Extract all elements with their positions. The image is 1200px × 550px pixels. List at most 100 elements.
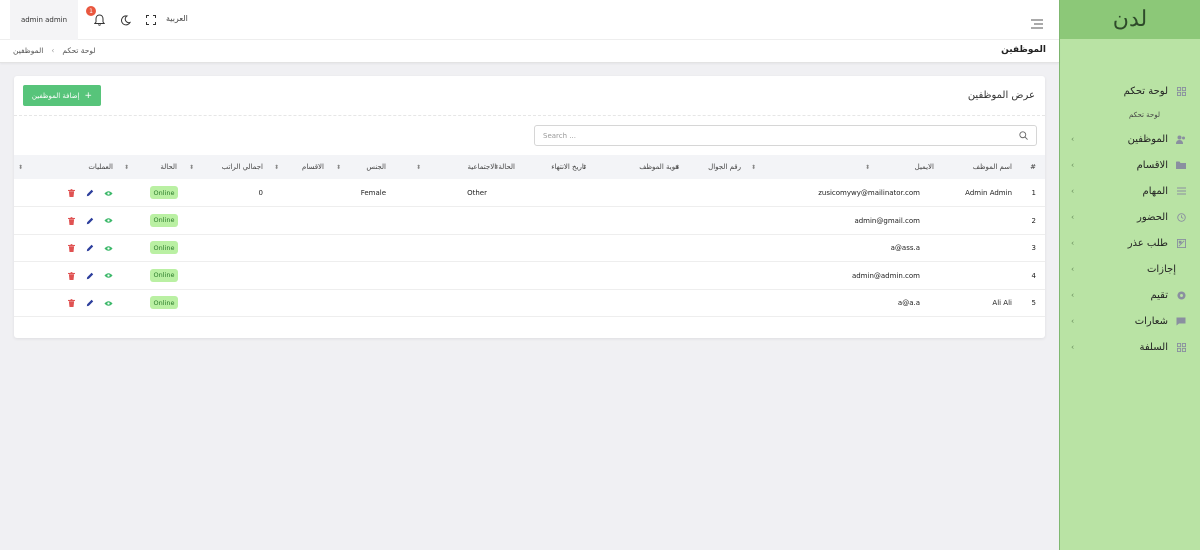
view-button[interactable] [103,243,113,253]
sidebar-item-employees[interactable]: ‹ الموظفين [1059,126,1200,152]
menu-toggle-button[interactable] [1031,14,1043,29]
sidebar-item-tasks[interactable]: ‹ المهام [1059,178,1200,204]
status-badge: Online [150,268,178,282]
sidebar-item-attendance[interactable]: ‹ الحضور [1059,204,1200,230]
table-row: 5 Ali Ali a@a.a Online [14,290,1045,317]
trash-icon [67,216,75,225]
column-header-total-salary[interactable]: اجمالي الراتب [222,163,263,171]
sidebar-item-excuse-request[interactable]: ‹ طلب عذر [1059,230,1200,256]
excuse-icon [1176,238,1186,248]
view-button[interactable] [103,298,113,308]
column-header-expiry-date[interactable]: تاريخ الانتهاء [551,163,586,171]
sidebar-item-label: طلب عذر [1127,237,1168,249]
column-header-phone[interactable]: رقم الجوال [708,163,741,171]
user-menu[interactable]: admin admin [10,0,78,40]
column-header-departments[interactable]: الاقسام [302,163,324,171]
delete-button[interactable] [66,271,76,281]
sidebar-item-rating[interactable]: ‹ تقيم [1059,282,1200,308]
search-box [534,125,1037,146]
sidebar-item-departments[interactable]: ‹ الاقسام [1059,152,1200,178]
language-switch[interactable]: العربية [166,14,188,23]
column-label: رقم الجوال [708,163,741,171]
column-label: تاريخ الانتهاء [551,163,586,171]
add-employee-button[interactable]: إضافة الموظفين + [23,85,101,106]
sidebar-sub-item[interactable]: لوحة تحكم [1059,104,1200,126]
sidebar-menu: لوحة تحكم لوحة تحكم ‹ الموظفين ‹ الاقسام… [1059,78,1200,360]
cell-gender: Female [360,189,386,197]
column-header-employee-id[interactable]: هوية الموظف [639,163,679,171]
pencil-icon [86,299,94,307]
sidebar-item-vacations[interactable]: ‹ إجازات [1059,256,1200,282]
column-label: الحالة الاجتماعية [467,163,515,171]
view-button[interactable] [103,271,113,281]
sidebar-item-advance[interactable]: ‹ السلفة [1059,334,1200,360]
cell-number: 1 [1031,189,1036,197]
delete-button[interactable] [66,216,76,226]
fullscreen-button[interactable] [144,13,158,27]
status-badge: Online [150,186,178,199]
edit-button[interactable] [85,298,95,308]
delete-button[interactable] [66,243,76,253]
column-header-marital-status[interactable]: الحالة الاجتماعية [468,163,515,171]
chevron-left-icon: ‹ [1071,160,1075,170]
column-header-status[interactable]: الحالة [160,163,177,171]
cell-email: zusicomywy@mailinator.com [818,189,920,197]
cell-email: admin@admin.com [851,271,920,280]
column-header-name[interactable]: اسم الموظف [973,163,1012,171]
sidebar: لدن لوحة تحكم لوحة تحكم ‹ الموظفين ‹ الا… [1059,0,1200,550]
sort-icon[interactable]: ⬍ [18,163,23,171]
cell-email: a@a.a [897,299,920,307]
column-label: اسم الموظف [972,163,1012,171]
notification-badge: 1 [86,6,96,16]
sort-icon[interactable]: ⬍ [865,163,870,171]
top-bar: admin admin 1 العربية [0,0,1059,40]
menu-icon [1031,19,1043,29]
edit-button[interactable] [85,271,95,281]
bell-icon [93,14,105,26]
plus-icon: + [84,90,93,101]
sort-icon[interactable]: ⬍ [274,163,279,171]
edit-button[interactable] [85,216,95,226]
delete-button[interactable] [66,188,76,198]
sort-icon[interactable]: ⬍ [751,163,756,171]
folder-icon [1176,160,1186,170]
sub-header: الموظفين ‹ لوحة تحكم الموظفين [0,40,1059,63]
search-input[interactable] [543,131,1019,140]
column-header-number[interactable]: # [1030,163,1036,171]
view-button[interactable] [103,188,113,198]
search-icon [1019,131,1028,140]
pencil-icon [86,244,94,252]
sort-icon[interactable]: ⬍ [189,163,194,171]
sidebar-item-label: إجازات [1146,263,1176,275]
eye-icon [103,218,113,223]
page-title: الموظفين [1001,45,1046,55]
edit-button[interactable] [85,188,95,198]
sidebar-item-label: تقيم [1150,289,1168,301]
chevron-left-icon: ‹ [51,46,55,55]
sidebar-item-label: الحضور [1137,211,1168,223]
sidebar-item-logos[interactable]: ‹ شعارات [1059,308,1200,334]
delete-button[interactable] [66,298,76,308]
theme-toggle-button[interactable] [118,13,132,27]
column-header-actions[interactable]: العمليات [88,163,113,171]
view-button[interactable] [103,216,113,226]
column-header-email[interactable]: الايميل [915,163,934,171]
cell-number: 2 [1031,216,1036,225]
column-label: العمليات [88,163,113,171]
pencil-icon [86,217,94,224]
sidebar-item-dashboard[interactable]: لوحة تحكم [1059,78,1200,104]
column-header-gender[interactable]: الجنس [366,163,386,171]
app-logo[interactable]: لدن [1113,7,1147,32]
notifications-button[interactable]: 1 [86,6,106,27]
add-employee-label: إضافة الموظفين [31,91,80,100]
card-title: عرض الموظفين [967,90,1035,101]
edit-button[interactable] [85,243,95,253]
chevron-left-icon: ‹ [1071,238,1075,248]
status-badge: Online [150,296,178,309]
sort-icon[interactable]: ⬍ [416,163,421,171]
cell-email: a@ass.a [890,244,920,252]
pencil-icon [86,272,94,279]
sort-icon[interactable]: ⬍ [124,163,129,171]
sort-icon[interactable]: ⬍ [336,163,341,171]
breadcrumb-home[interactable]: لوحة تحكم [62,46,95,55]
